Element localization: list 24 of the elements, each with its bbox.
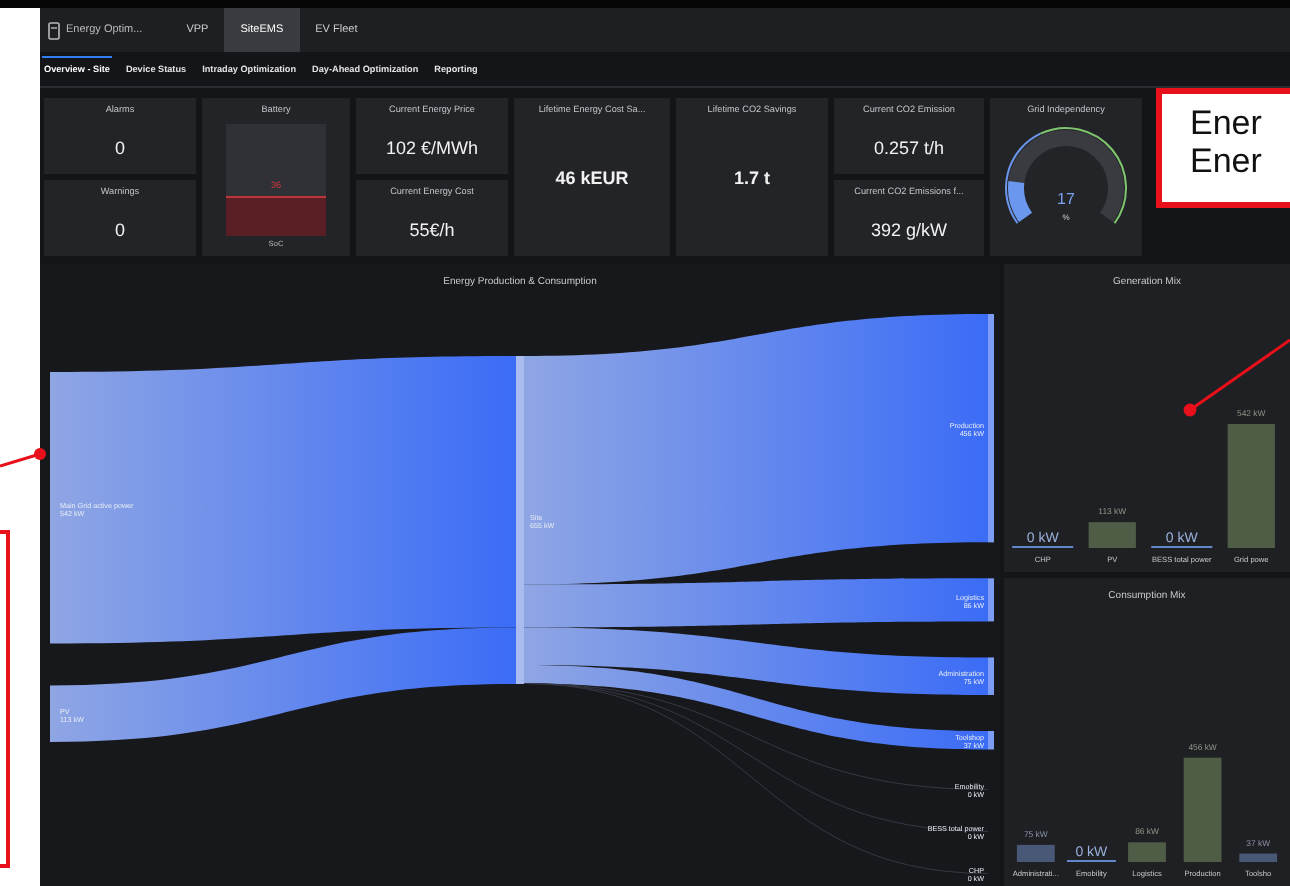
card-value: 0: [112, 217, 127, 244]
card-value: 1.7 t: [731, 165, 772, 192]
card-value: 0.257 t/h: [871, 135, 947, 162]
node-bar: [988, 729, 994, 749]
bar: [1128, 841, 1166, 861]
pointer-line: [0, 448, 46, 468]
bar: [1088, 521, 1136, 547]
bar: [1227, 423, 1275, 547]
card-value: 102 €/MWh: [383, 135, 481, 162]
app-icon: [48, 21, 60, 39]
card-value: 392 g/kW: [868, 217, 950, 244]
gauge-track: [1008, 129, 1124, 222]
card-value: 55€/h: [407, 217, 457, 244]
card-value: 0: [112, 135, 127, 162]
gauge-reading: 17: [1055, 187, 1077, 212]
node-bar: [988, 577, 994, 621]
bar: [1016, 843, 1055, 861]
pointer-line: [1183, 338, 1290, 417]
bar: [1183, 756, 1222, 861]
bar: [1239, 852, 1278, 861]
card-value: 46 kEUR: [553, 165, 631, 192]
callout-text: Ener: [1190, 142, 1264, 180]
callout-text: Ener: [1190, 104, 1264, 142]
node-bar: [988, 656, 994, 694]
